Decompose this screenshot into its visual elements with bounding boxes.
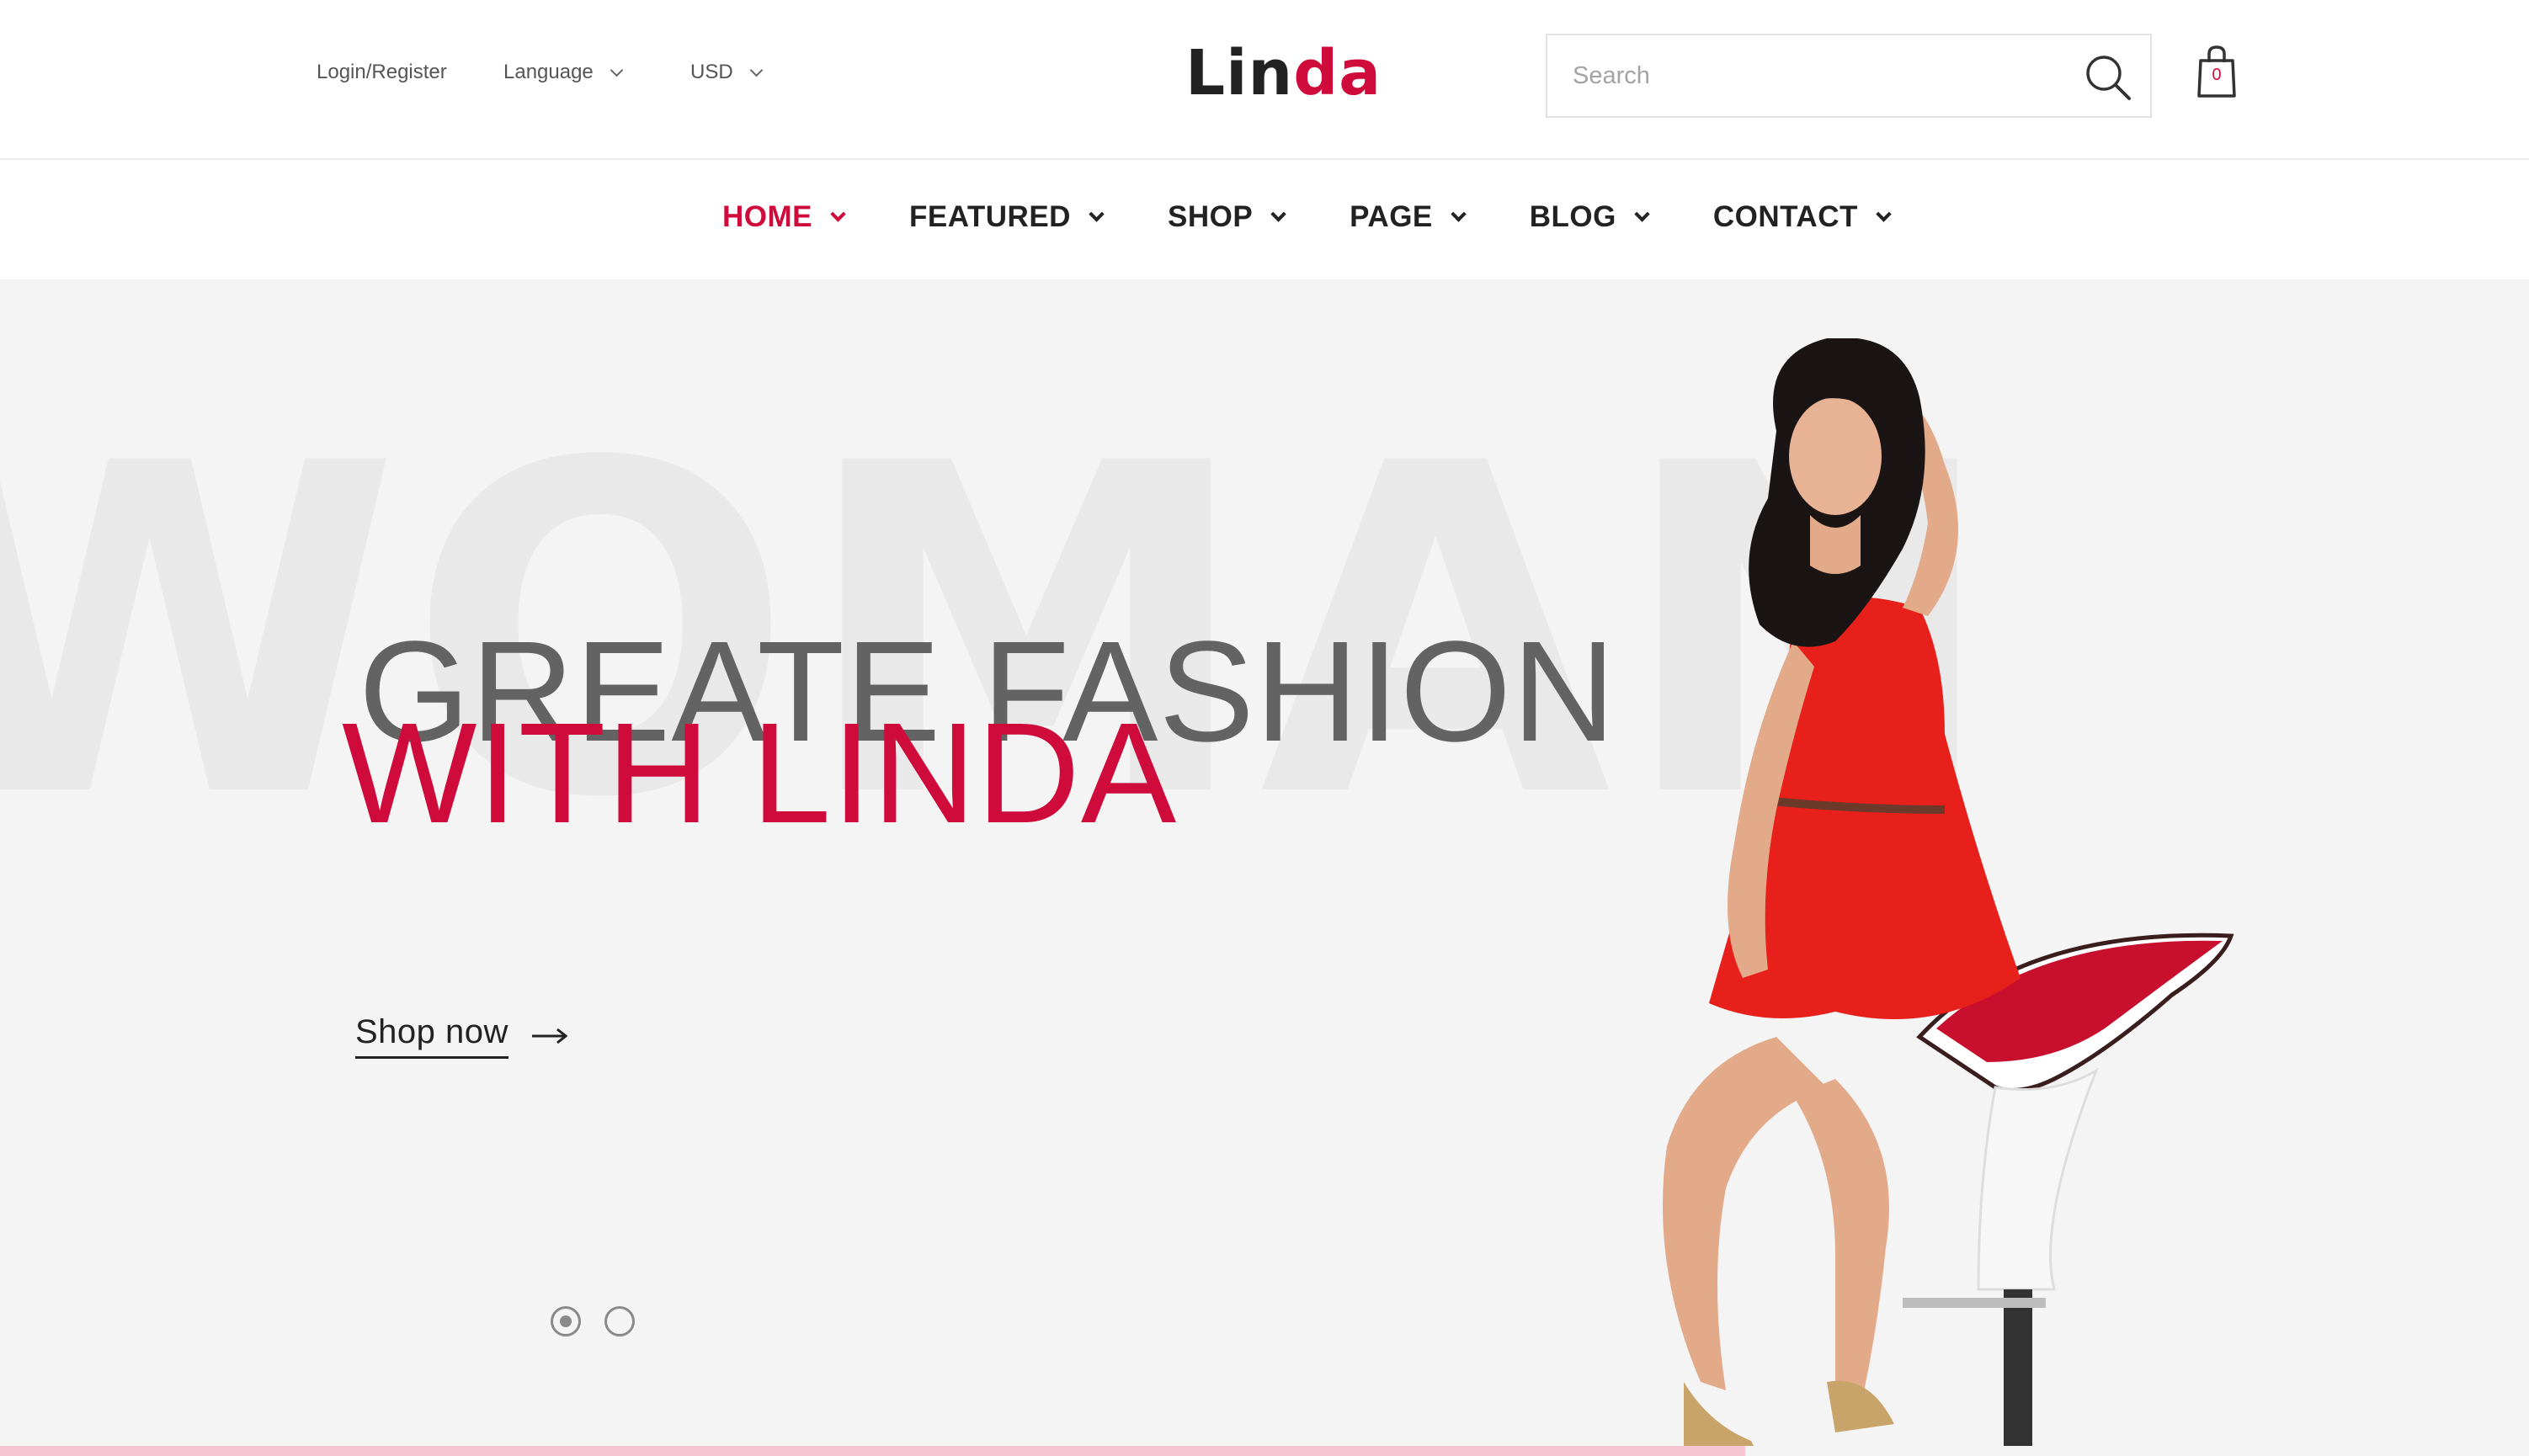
nav-item-featured[interactable]: FEATURED <box>909 200 1105 234</box>
slide-progress-bar <box>0 1446 2529 1456</box>
shop-now-label: Shop now <box>355 1013 508 1059</box>
slide-dot-1[interactable] <box>551 1306 581 1336</box>
main-nav: HOME FEATURED SHOP PAGE BLOG CONTACT <box>0 160 2529 279</box>
top-bar: Login/Register Language USD Linda 0 <box>0 0 2529 160</box>
chevron-down-icon <box>1634 205 1650 222</box>
hero-model-image <box>1663 338 2234 1456</box>
shop-now-button[interactable]: Shop now <box>355 1013 567 1059</box>
nav-item-label: CONTACT <box>1712 200 1858 233</box>
hero-slider: WOMAN GREATE FASHION WITH LINDA Shop now <box>0 279 2529 1456</box>
nav-item-label: FEATURED <box>909 200 1071 233</box>
search-icon[interactable] <box>2083 52 2133 103</box>
search-box <box>1546 34 2152 118</box>
nav-item-label: BLOG <box>1529 200 1616 233</box>
nav-item-blog[interactable]: BLOG <box>1529 200 1650 234</box>
nav-item-shop[interactable]: SHOP <box>1167 200 1286 234</box>
nav-item-page[interactable]: PAGE <box>1350 200 1467 234</box>
language-label: Language <box>503 61 594 83</box>
nav-item-label: PAGE <box>1350 200 1433 233</box>
nav-item-label: SHOP <box>1167 200 1254 233</box>
cart-button[interactable]: 0 <box>2194 44 2239 99</box>
currency-dropdown[interactable]: USD <box>690 61 763 84</box>
nav-item-home[interactable]: HOME <box>722 200 846 234</box>
chevron-down-icon <box>749 63 763 77</box>
chevron-down-icon <box>1451 205 1467 222</box>
cart-count-badge: 0 <box>2212 66 2222 84</box>
nav-item-contact[interactable]: CONTACT <box>1712 200 1892 234</box>
hero-headline-line2: WITH LINDA <box>342 693 1178 853</box>
language-dropdown[interactable]: Language <box>503 61 624 84</box>
login-register-label: Login/Register <box>317 61 447 83</box>
chevron-down-icon <box>830 205 846 222</box>
slide-progress-fill <box>0 1446 1745 1456</box>
slide-dot-2[interactable] <box>604 1306 635 1336</box>
logo-text-primary: Lin <box>1185 37 1294 109</box>
login-register-link[interactable]: Login/Register <box>317 61 447 84</box>
logo-text-accent: da <box>1293 37 1382 109</box>
chevron-down-icon <box>610 63 624 77</box>
chevron-down-icon <box>1089 205 1105 222</box>
search-input[interactable] <box>1573 35 2078 116</box>
chevron-down-icon <box>1876 205 1892 222</box>
slider-pagination <box>551 1306 635 1336</box>
currency-label: USD <box>690 61 733 83</box>
nav-item-label: HOME <box>722 200 812 233</box>
chevron-down-icon <box>1270 205 1286 222</box>
arrow-right-icon <box>531 1028 567 1044</box>
site-logo[interactable]: Linda <box>1185 37 1382 109</box>
